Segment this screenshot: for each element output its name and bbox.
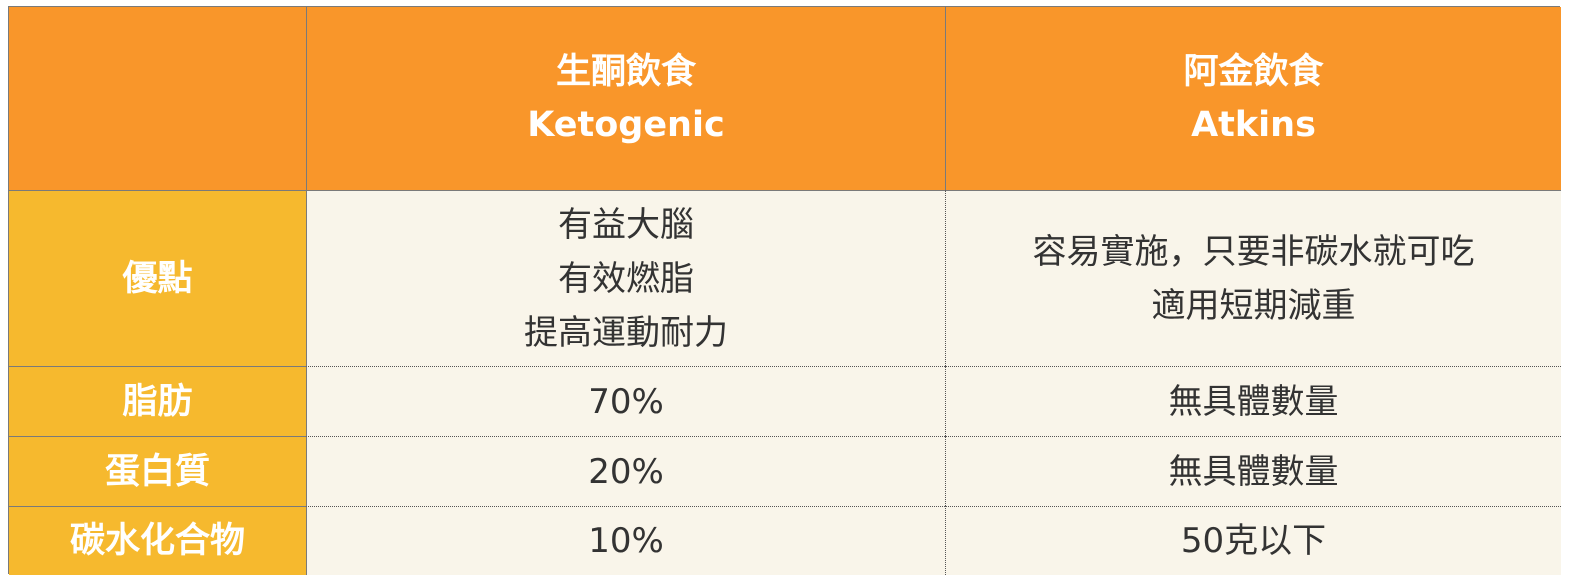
- cell-atkins-advantages: 容易實施，只要非碳水就可吃 適用短期減重: [945, 190, 1561, 366]
- header-atkins: 阿金飲食 Atkins: [945, 7, 1561, 190]
- cell-atkins-protein: 無具體數量: [945, 436, 1561, 506]
- atkins-protein-value: 無具體數量: [1168, 451, 1339, 492]
- row-label-text: 碳水化合物: [69, 521, 245, 561]
- row-label-text: 蛋白質: [104, 451, 210, 492]
- header-atkins-zh: 阿金飲食: [1183, 51, 1324, 92]
- atkins-advantage-2: 適用短期減重: [1151, 285, 1356, 326]
- cell-keto-carbs: 10%: [306, 506, 945, 575]
- keto-carbs-value: 10%: [588, 521, 664, 561]
- header-atkins-en: Atkins: [1191, 104, 1316, 145]
- keto-advantage-1: 有益大腦: [558, 204, 694, 245]
- row-label-text: 優點: [122, 258, 193, 299]
- header-ketogenic-en: Ketogenic: [527, 104, 725, 145]
- atkins-advantage-1: 容易實施，只要非碳水就可吃: [1032, 231, 1475, 272]
- row-label-protein: 蛋白質: [9, 436, 306, 506]
- keto-protein-value: 20%: [588, 451, 664, 492]
- cell-keto-protein: 20%: [306, 436, 945, 506]
- cell-atkins-fat: 無具體數量: [945, 366, 1561, 436]
- comparison-table: 生酮飲食 Ketogenic 阿金飲食 Atkins 優點 有益大腦 有效燃脂 …: [8, 6, 1561, 575]
- cell-keto-fat: 70%: [306, 366, 945, 436]
- row-label-carbs: 碳水化合物: [9, 506, 306, 575]
- keto-fat-value: 70%: [588, 381, 664, 422]
- header-ketogenic: 生酮飲食 Ketogenic: [306, 7, 945, 190]
- header-corner: [9, 7, 306, 190]
- cell-atkins-carbs: 50克以下: [945, 506, 1561, 575]
- keto-advantage-2: 有效燃脂: [558, 258, 694, 299]
- row-label-fat: 脂肪: [9, 366, 306, 436]
- atkins-fat-value: 無具體數量: [1168, 381, 1339, 422]
- row-label-text: 脂肪: [122, 381, 193, 422]
- atkins-carbs-value: 50克以下: [1180, 521, 1327, 561]
- keto-advantage-3: 提高運動耐力: [524, 312, 728, 353]
- header-ketogenic-zh: 生酮飲食: [555, 51, 696, 92]
- row-label-advantages: 優點: [9, 190, 306, 366]
- cell-keto-advantages: 有益大腦 有效燃脂 提高運動耐力: [306, 190, 945, 366]
